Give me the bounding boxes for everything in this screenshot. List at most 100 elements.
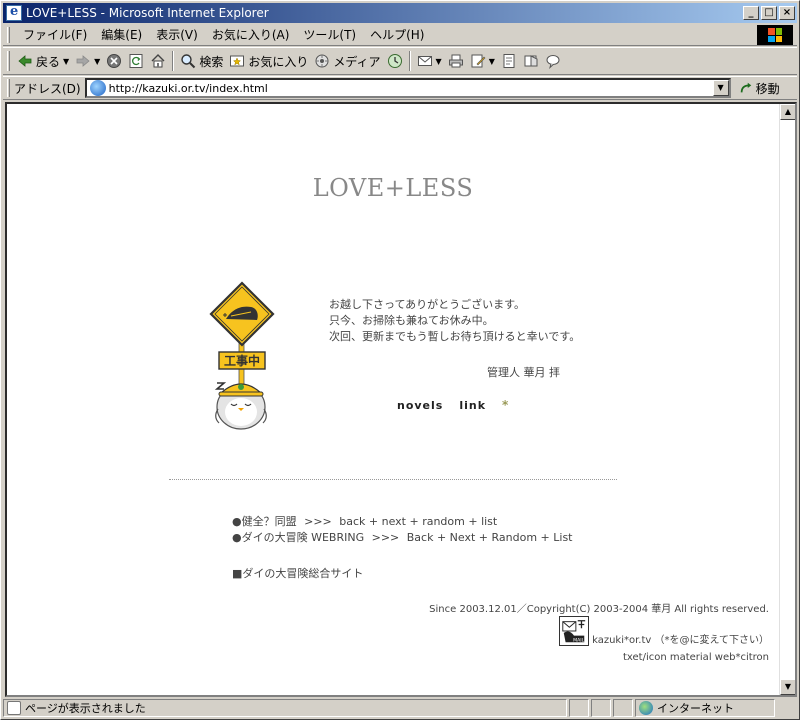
status-message: ページが表示されました xyxy=(25,702,146,715)
toolbar-grip[interactable] xyxy=(7,51,10,71)
menu-favorites[interactable]: お気に入り(A) xyxy=(205,26,297,44)
messenger-icon xyxy=(546,55,560,69)
message-line-3: 次回、更新までもう暫しお待ち頂けると幸いです。 xyxy=(329,330,581,343)
site-title: LOVE+LESS xyxy=(312,174,474,202)
printer-icon xyxy=(448,54,463,68)
mail-icon xyxy=(417,56,432,66)
discuss-icon xyxy=(503,54,515,68)
mail-postbox-icon[interactable]: MAIL xyxy=(559,616,590,646)
research-button[interactable] xyxy=(520,50,542,72)
penguin-icon xyxy=(214,382,267,430)
webring-row: ●ダイの大冒険 WEBRING >>> Back + Next + Random… xyxy=(232,530,577,546)
webring-arrow: >>> xyxy=(371,531,400,544)
address-grip[interactable] xyxy=(7,79,10,97)
home-button[interactable] xyxy=(147,50,169,72)
admin-signature: 管理人 華月 拝 xyxy=(487,366,560,379)
address-dropdown-icon[interactable]: ▼ xyxy=(712,80,729,96)
stop-button[interactable] xyxy=(103,50,125,72)
address-bar: アドレス(D) http://kazuki.or.tv/index.html ▼… xyxy=(3,76,797,100)
toolbar-separator xyxy=(172,51,175,71)
menu-grip[interactable] xyxy=(7,26,10,43)
dai-adventure-site-link[interactable]: ■ダイの大冒険総合サイト xyxy=(232,565,363,581)
window-controls: _ □ × xyxy=(743,6,795,20)
status-bar: ページが表示されました インターネット xyxy=(3,698,797,718)
back-arrow-icon xyxy=(18,55,32,67)
search-label: 検索 xyxy=(199,54,224,69)
page-status-icon xyxy=(7,701,21,715)
construction-sign xyxy=(209,281,275,390)
minimize-button[interactable]: _ xyxy=(743,6,759,20)
stop-icon xyxy=(107,54,122,68)
menu-file[interactable]: ファイル(F) xyxy=(16,26,94,44)
star-icon: * xyxy=(502,398,510,412)
refresh-button[interactable] xyxy=(125,50,147,72)
link-link[interactable]: link xyxy=(459,399,486,412)
go-arrow-icon xyxy=(740,82,751,93)
edit-dropdown-icon[interactable]: ▼ xyxy=(489,57,495,66)
mail-dropdown-icon[interactable]: ▼ xyxy=(436,57,442,66)
mail-address-text: kazuki*or.tv （*を@に変えて下さい） xyxy=(592,635,769,646)
close-button[interactable]: × xyxy=(779,6,795,20)
windows-flag-icon xyxy=(768,28,782,42)
under-construction-penguin-illustration: 工事中 xyxy=(209,281,275,430)
history-button[interactable] xyxy=(384,50,406,72)
mail-button[interactable]: ▼ xyxy=(414,50,445,72)
site-nav: novels link * xyxy=(397,398,509,412)
title-bar[interactable]: LOVE+LESS - Microsoft Internet Explorer … xyxy=(3,3,797,23)
search-icon xyxy=(181,54,196,69)
media-button[interactable]: メディア xyxy=(311,50,383,72)
mail-contact: MAIL kazuki*or.tv （*を@に変えて下さい） xyxy=(559,616,769,646)
webring-list: ●健全？同盟 >>> back + next + random + list ●… xyxy=(232,514,577,546)
page-ie-icon xyxy=(89,80,106,96)
dotted-divider xyxy=(169,479,617,480)
print-button[interactable] xyxy=(445,50,467,72)
refresh-icon xyxy=(129,54,143,68)
message-line-1: お越し下さってありがとうございます。 xyxy=(329,298,526,311)
maximize-button[interactable]: □ xyxy=(761,6,777,20)
status-message-cell: ページが表示されました xyxy=(3,699,567,717)
sign-plate: 工事中 xyxy=(218,351,266,370)
scroll-up-button[interactable]: ▲ xyxy=(780,104,795,120)
webring-name[interactable]: ●健全？同盟 xyxy=(232,515,297,528)
back-dropdown-icon[interactable]: ▼ xyxy=(63,57,69,66)
forward-arrow-icon xyxy=(76,55,90,67)
edit-button[interactable]: ▼ xyxy=(467,50,498,72)
copyright: Since 2003.12.01／Copyright(C) 2003-2004 … xyxy=(429,604,769,615)
search-button[interactable]: 検索 xyxy=(177,50,226,72)
address-field[interactable]: http://kazuki.or.tv/index.html ▼ xyxy=(84,78,731,98)
webring-links[interactable]: back + next + random + list xyxy=(339,515,497,528)
go-button[interactable]: 移動 xyxy=(739,80,780,97)
scroll-down-button[interactable]: ▼ xyxy=(780,679,795,695)
standard-toolbar: 戻る ▼ ▼ 検索 お気に入り メディア ▼ ▼ xyxy=(3,47,797,75)
ie-icon xyxy=(6,4,22,21)
novels-link[interactable]: novels xyxy=(397,399,443,412)
status-empty-cell xyxy=(591,699,611,717)
favorites-button[interactable]: お気に入り xyxy=(226,50,311,72)
webring-links[interactable]: Back + Next + Random + List xyxy=(407,531,573,544)
url-text[interactable]: http://kazuki.or.tv/index.html xyxy=(109,82,713,95)
back-label: 戻る xyxy=(36,54,61,69)
menu-help[interactable]: ヘルプ(H) xyxy=(363,26,431,44)
menu-tools[interactable]: ツール(T) xyxy=(296,26,363,44)
media-icon xyxy=(315,54,329,68)
forward-dropdown-icon[interactable]: ▼ xyxy=(94,57,100,66)
webring-name[interactable]: ●ダイの大冒険 WEBRING xyxy=(232,531,364,544)
welcome-message: お越し下さってありがとうございます。 只今、お掃除も兼ねてお休み中。 次回、更新… xyxy=(329,297,580,345)
address-label: アドレス(D) xyxy=(14,81,81,96)
security-zone-cell[interactable]: インターネット xyxy=(635,699,775,717)
status-empty-cell xyxy=(613,699,633,717)
material-credit: txet/icon material web*citron xyxy=(622,652,769,663)
messenger-button[interactable] xyxy=(542,50,564,72)
forward-button[interactable]: ▼ xyxy=(72,50,103,72)
browser-window: LOVE+LESS - Microsoft Internet Explorer … xyxy=(0,0,800,720)
message-line-2: 只今、お掃除も兼ねてお休み中。 xyxy=(329,314,494,327)
vertical-scrollbar[interactable]: ▲ ▼ xyxy=(779,104,795,695)
page-content: LOVE+LESS 工事中 お越し下さってありがとうございます。 只今、お掃除も… xyxy=(7,104,779,695)
favorites-icon xyxy=(230,55,245,67)
discuss-button[interactable] xyxy=(498,50,520,72)
globe-icon xyxy=(639,701,653,715)
menu-view[interactable]: 表示(V) xyxy=(149,26,205,44)
back-button[interactable]: 戻る ▼ xyxy=(14,50,72,72)
menu-edit[interactable]: 編集(E) xyxy=(94,26,149,44)
mail-icon-label: MAIL xyxy=(573,637,585,643)
